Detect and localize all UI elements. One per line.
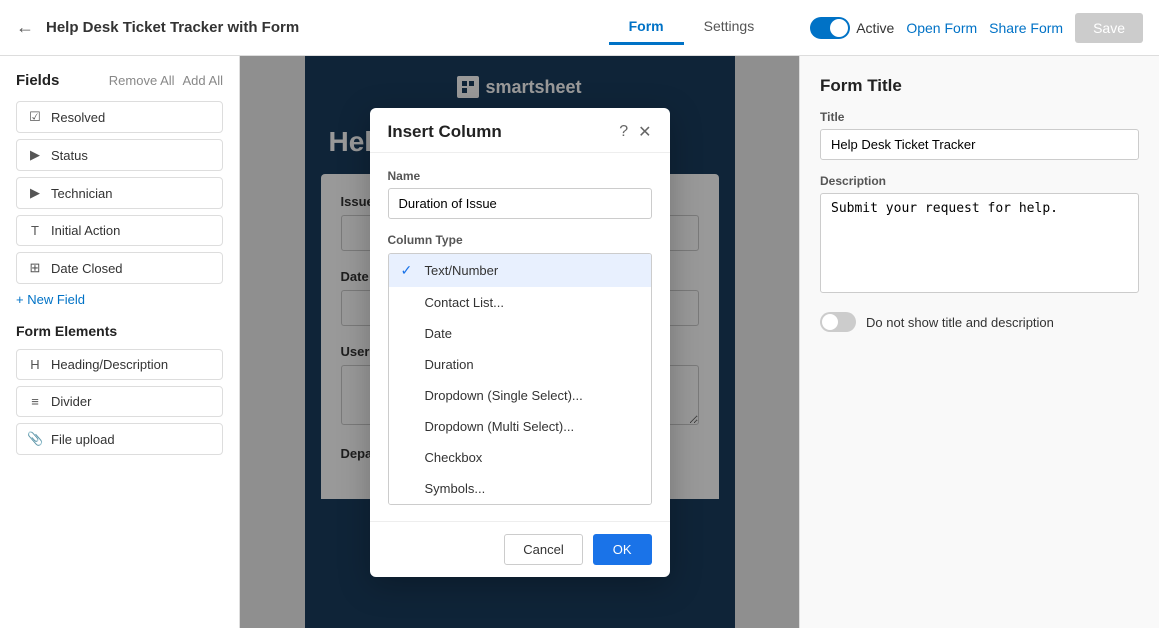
topbar-right: Active Open Form Share Form Save (810, 13, 1143, 43)
app-title: Help Desk Ticket Tracker with Form (46, 19, 597, 36)
description-prop-textarea[interactable]: Submit your request for help. (820, 193, 1139, 293)
col-type-text-number[interactable]: ✓ Text/Number (389, 254, 651, 287)
col-type-contact-list[interactable]: Contact List... (389, 287, 651, 318)
modal-title: Insert Column (388, 122, 502, 142)
remove-all-button[interactable]: Remove All (109, 73, 175, 88)
modal-name-label: Name (388, 169, 652, 183)
fields-header: Fields Remove All Add All (16, 72, 223, 89)
toggle-knob (830, 19, 848, 37)
show-title-toggle-row: Do not show title and description (820, 312, 1139, 332)
col-type-dropdown-multi[interactable]: Dropdown (Multi Select)... (389, 411, 651, 442)
modal-close-button[interactable]: ✕ (638, 122, 651, 142)
field-label-date-closed: Date Closed (51, 261, 123, 276)
field-item-initial-action[interactable]: T Initial Action (16, 215, 223, 246)
tab-settings[interactable]: Settings (684, 10, 775, 45)
form-title-section-label: Form Title (820, 76, 1139, 96)
arrow-icon-status: ▶ (27, 147, 43, 163)
insert-column-modal: Insert Column ? ✕ Name Column Type ✓ Tex… (370, 108, 670, 577)
col-type-duration[interactable]: Duration (389, 349, 651, 380)
center-preview: smartsheet Help D Issue* Date* (240, 56, 799, 628)
field-item-date-closed[interactable]: ⊞ Date Closed (16, 252, 223, 284)
ok-button[interactable]: OK (593, 534, 652, 565)
share-form-button[interactable]: Share Form (989, 20, 1063, 36)
fields-actions: Remove All Add All (109, 73, 223, 88)
tab-form[interactable]: Form (609, 10, 684, 45)
main-layout: Fields Remove All Add All ☑ Resolved ▶ S… (0, 56, 1159, 628)
arrow-icon-technician: ▶ (27, 185, 43, 201)
col-type-text-number-label: Text/Number (425, 263, 499, 278)
form-elements-title: Form Elements (16, 323, 223, 339)
col-type-dropdown-single-label: Dropdown (Single Select)... (425, 388, 583, 403)
col-type-checkbox-label: Checkbox (425, 450, 483, 465)
col-type-dropdown-multi-label: Dropdown (Multi Select)... (425, 419, 575, 434)
show-title-toggle-knob (822, 314, 838, 330)
save-button[interactable]: Save (1075, 13, 1143, 43)
field-label-initial-action: Initial Action (51, 223, 120, 238)
open-form-button[interactable]: Open Form (906, 20, 977, 36)
element-label-heading: Heading/Description (51, 357, 168, 372)
active-toggle[interactable] (810, 17, 850, 39)
text-icon-initial: T (27, 223, 43, 238)
grid-icon-date: ⊞ (27, 260, 43, 276)
col-type-date-label: Date (425, 326, 452, 341)
col-type-date[interactable]: Date (389, 318, 651, 349)
field-label-resolved: Resolved (51, 110, 105, 125)
checkbox-icon: ☑ (27, 109, 43, 125)
column-type-label: Column Type (388, 233, 652, 247)
field-item-resolved[interactable]: ☑ Resolved (16, 101, 223, 133)
show-title-toggle[interactable] (820, 312, 856, 332)
element-file-upload[interactable]: 📎 File upload (16, 423, 223, 455)
title-prop-label: Title (820, 110, 1139, 124)
modal-header: Insert Column ? ✕ (370, 108, 670, 153)
element-divider[interactable]: ≡ Divider (16, 386, 223, 417)
title-prop-input[interactable] (820, 129, 1139, 160)
paperclip-icon: 📎 (27, 431, 43, 447)
description-prop-label: Description (820, 174, 1139, 188)
left-sidebar: Fields Remove All Add All ☑ Resolved ▶ S… (0, 56, 240, 628)
cancel-button[interactable]: Cancel (504, 534, 582, 565)
field-label-technician: Technician (51, 186, 112, 201)
heading-icon: H (27, 357, 43, 372)
modal-name-input[interactable] (388, 188, 652, 219)
modal-header-icons: ? ✕ (619, 122, 651, 142)
add-all-button[interactable]: Add All (183, 73, 223, 88)
back-button[interactable]: ← (16, 17, 34, 38)
element-label-file-upload: File upload (51, 432, 115, 447)
field-label-status: Status (51, 148, 88, 163)
fields-title: Fields (16, 72, 59, 89)
active-label: Active (856, 20, 894, 36)
new-field-button[interactable]: + New Field (16, 292, 85, 307)
divider-icon: ≡ (27, 394, 43, 409)
field-item-status[interactable]: ▶ Status (16, 139, 223, 171)
col-type-checkbox[interactable]: Checkbox (389, 442, 651, 473)
tab-group: Form Settings (609, 10, 775, 45)
element-label-divider: Divider (51, 394, 91, 409)
topbar: ← Help Desk Ticket Tracker with Form For… (0, 0, 1159, 56)
modal-footer: Cancel OK (370, 521, 670, 577)
col-type-contact-list-label: Contact List... (425, 295, 504, 310)
col-type-duration-label: Duration (425, 357, 474, 372)
right-sidebar: Form Title Title Description Submit your… (799, 56, 1159, 628)
col-type-symbols-label: Symbols... (425, 481, 486, 496)
col-type-symbols[interactable]: Symbols... (389, 473, 651, 504)
modal-overlay: Insert Column ? ✕ Name Column Type ✓ Tex… (240, 56, 799, 628)
modal-body: Name Column Type ✓ Text/Number Contact L… (370, 153, 670, 521)
modal-help-button[interactable]: ? (619, 123, 628, 141)
active-toggle-wrap: Active (810, 17, 894, 39)
show-title-toggle-label: Do not show title and description (866, 315, 1054, 330)
field-item-technician[interactable]: ▶ Technician (16, 177, 223, 209)
element-heading[interactable]: H Heading/Description (16, 349, 223, 380)
check-icon: ✓ (401, 262, 417, 279)
col-type-dropdown-single[interactable]: Dropdown (Single Select)... (389, 380, 651, 411)
column-type-list: ✓ Text/Number Contact List... Date (388, 253, 652, 505)
